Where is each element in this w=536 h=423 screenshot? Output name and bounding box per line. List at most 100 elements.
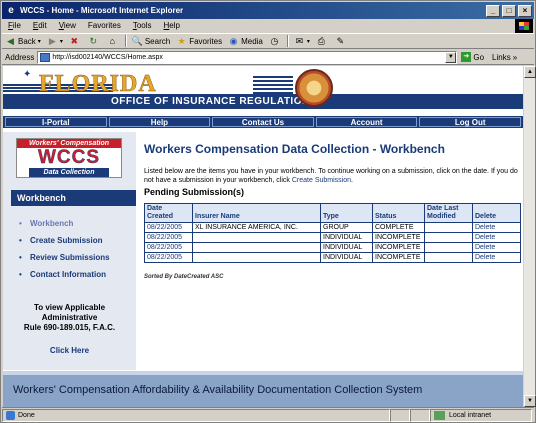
status-pane-main: Done: [2, 409, 390, 422]
cell-delete-link[interactable]: Delete: [472, 232, 521, 243]
nav-help[interactable]: Help: [108, 117, 211, 127]
windows-logo-throbber: [515, 19, 533, 33]
menu-tools[interactable]: Tools: [127, 19, 158, 33]
cell-status: COMPLETE: [372, 222, 425, 233]
col-date-created[interactable]: Date Created: [144, 203, 193, 223]
menu-view-label: iew: [63, 21, 76, 30]
col-insurer-name[interactable]: Insurer Name: [192, 203, 321, 223]
bullet-icon: •: [19, 236, 22, 245]
click-here-link[interactable]: Click Here: [3, 346, 136, 355]
search-button[interactable]: 🔍 Search: [129, 34, 173, 48]
menu-help-label: elp: [169, 21, 180, 30]
back-button[interactable]: ◀ Back ▾: [2, 34, 44, 48]
media-label: Media: [241, 36, 263, 46]
scroll-up-icon[interactable]: ▲: [524, 66, 536, 78]
vertical-scrollbar[interactable]: ▲ ▼: [523, 66, 536, 407]
sidebar-item-workbench[interactable]: • Workbench: [19, 215, 136, 232]
pending-heading: Pending Submission(s): [144, 187, 245, 197]
cell-status: INCOMPLETE: [372, 242, 425, 253]
minimize-button[interactable]: _: [486, 4, 500, 17]
stop-button[interactable]: ✖: [66, 34, 85, 48]
menu-edit[interactable]: Edit: [27, 19, 53, 33]
address-dropdown-icon[interactable]: ▼: [445, 51, 457, 63]
cell-insurer: XL INSURANCE AMERICA, INC.: [192, 222, 321, 233]
status-pane-zone: Local intranet: [430, 409, 532, 422]
links-label: Links: [492, 52, 511, 62]
col-type[interactable]: Type: [320, 203, 373, 223]
top-nav: I-Portal Help Contact Us Account Log Out: [3, 116, 523, 128]
cell-delete-link[interactable]: Delete: [472, 222, 521, 233]
media-button[interactable]: ◉ Media: [225, 34, 266, 48]
address-input[interactable]: http://isd002140/WCCS/Home.aspx ▼: [37, 50, 458, 64]
menu-file-label: ile: [12, 21, 21, 30]
sidebar-item-review-submissions[interactable]: • Review Submissions: [19, 249, 136, 266]
table-row: 08/22/2005 INDIVIDUAL INCOMPLETE Delete: [144, 232, 521, 243]
home-icon: ⌂: [109, 35, 116, 46]
menu-file[interactable]: File: [2, 19, 27, 33]
stop-icon: ✖: [70, 35, 79, 46]
nav-account[interactable]: Account: [315, 117, 418, 127]
search-icon: 🔍: [131, 35, 144, 46]
go-label: Go: [473, 52, 485, 62]
col-date-modified[interactable]: Date Last Modified: [424, 203, 473, 223]
nav-contact-us[interactable]: Contact Us: [212, 117, 314, 127]
history-icon: ◷: [270, 35, 279, 46]
home-button[interactable]: ⌂: [104, 34, 123, 48]
go-button[interactable]: ➔ Go: [461, 52, 484, 62]
cell-insurer: [192, 242, 321, 253]
nav-log-out[interactable]: Log Out: [419, 117, 521, 127]
edit-button[interactable]: ✎: [332, 34, 351, 48]
sidebar-item-contact-information[interactable]: • Contact Information: [19, 266, 136, 283]
menu-view[interactable]: View: [53, 19, 82, 33]
cell-date-link[interactable]: 08/22/2005: [144, 242, 193, 253]
sidebar-item-label: Create Submission: [30, 236, 103, 245]
page-footer: Workers' Compensation Affordability & Av…: [3, 371, 523, 407]
close-button[interactable]: ×: [518, 4, 532, 17]
nav-iportal[interactable]: I-Portal: [5, 117, 107, 127]
favorites-button[interactable]: ★ Favorites: [173, 34, 225, 48]
state-seal-icon: [295, 69, 333, 107]
cell-insurer: [192, 232, 321, 243]
banner-stripes: [253, 76, 293, 94]
scroll-down-icon[interactable]: ▼: [524, 395, 536, 407]
cell-modified: [424, 242, 473, 253]
star-icon: ✦: [23, 69, 32, 80]
main-content: Workers Compensation Data Collection - W…: [144, 142, 522, 198]
menu-help[interactable]: Help: [158, 19, 186, 33]
cell-modified: [424, 252, 473, 263]
favorites-label: Favorites: [189, 36, 223, 46]
menu-tools-label: ools: [136, 21, 152, 30]
status-text: Done: [18, 412, 35, 419]
forward-button[interactable]: ▶ ▾: [44, 34, 66, 48]
refresh-button[interactable]: ↻: [85, 34, 104, 48]
print-button[interactable]: ⎙: [313, 34, 332, 48]
menu-favorites[interactable]: Favorites: [82, 19, 127, 33]
col-status[interactable]: Status: [372, 203, 425, 223]
browser-window: e WCCS - Home - Microsoft Internet Explo…: [0, 0, 536, 423]
cell-date-link[interactable]: 08/22/2005: [144, 232, 193, 243]
cell-date-link[interactable]: 08/22/2005: [144, 252, 193, 263]
cell-delete-link[interactable]: Delete: [472, 252, 521, 263]
table-row: 08/22/2005 INDIVIDUAL INCOMPLETE Delete: [144, 242, 521, 253]
address-bar: Address http://isd002140/WCCS/Home.aspx …: [2, 50, 534, 65]
maximize-button[interactable]: □: [502, 4, 516, 17]
create-submission-link[interactable]: Create Submission: [292, 177, 351, 184]
banner-office: OFFICE OF INSURANCE REGULATION: [111, 96, 310, 107]
intro-text: Listed below are the items you have in y…: [144, 167, 522, 185]
links-button[interactable]: Links»: [492, 53, 517, 62]
sidebar-item-create-submission[interactable]: • Create Submission: [19, 232, 136, 249]
go-arrow-icon: ➔: [461, 52, 472, 62]
table-header-row: Date Created Insurer Name Type Status Da…: [144, 203, 521, 223]
cell-date-link[interactable]: 08/22/2005: [144, 222, 193, 233]
title-bar: e WCCS - Home - Microsoft Internet Explo…: [2, 2, 534, 19]
banner: ✦ FLORIDA OFFICE OF INSURANCE REGULATION: [3, 66, 523, 111]
cell-modified: [424, 232, 473, 243]
ie-icon: e: [8, 5, 14, 16]
mail-button[interactable]: ✉ ▾: [291, 34, 313, 48]
cell-delete-link[interactable]: Delete: [472, 242, 521, 253]
bullet-icon: •: [19, 219, 22, 228]
history-button[interactable]: ◷: [266, 34, 285, 48]
col-delete[interactable]: Delete: [472, 203, 521, 223]
cell-type: INDIVIDUAL: [320, 232, 373, 243]
address-url: http://isd002140/WCCS/Home.aspx: [52, 53, 163, 61]
